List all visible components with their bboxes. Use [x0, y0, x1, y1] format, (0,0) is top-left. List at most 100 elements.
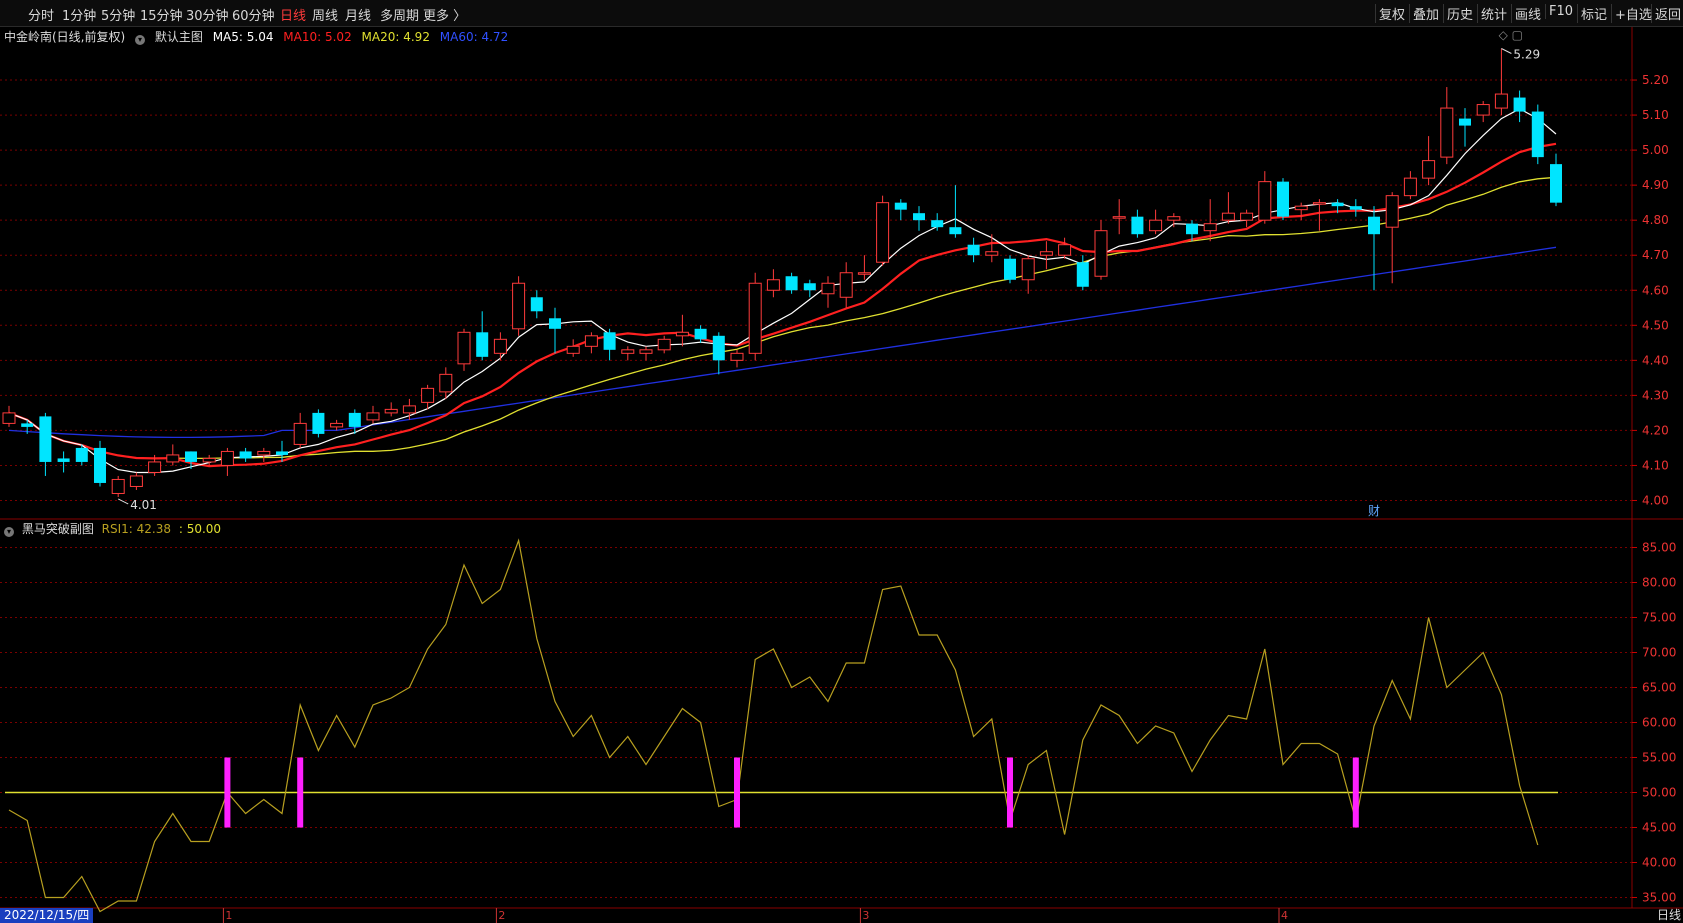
ma60-line [8, 246, 1557, 439]
candle-body-26 [476, 332, 489, 357]
sub-tick-label-0: 85.00 [1642, 541, 1676, 555]
candle-body-83 [1513, 97, 1526, 112]
ma10-line [8, 142, 1557, 468]
candle-body-48 [876, 202, 890, 263]
period-label: 日线 [1656, 908, 1681, 922]
candle-body-71 [1294, 205, 1308, 211]
candle-body-36 [657, 338, 671, 351]
candle-body-51 [931, 220, 944, 228]
candle-body-47 [857, 272, 871, 275]
signal-bar-4 [1352, 757, 1359, 828]
candle-body-60 [1094, 230, 1108, 277]
main-tick-label-5: 4.70 [1642, 248, 1669, 262]
candle-body-80 [1459, 118, 1471, 126]
signal-bar-3 [1007, 757, 1013, 828]
candle-body-69 [1258, 181, 1272, 221]
low-label-arrow [117, 498, 129, 505]
candle-body-76 [1385, 195, 1399, 228]
candle-body-19 [348, 412, 361, 427]
sub-tick-label-10: 35.00 [1642, 891, 1676, 905]
sub-tick-label-7: 50.00 [1642, 786, 1676, 800]
candle-body-31 [566, 345, 580, 354]
main-tick-label-1: 5.10 [1642, 108, 1669, 122]
candle-body-63 [1149, 219, 1163, 232]
candle-body-14 [257, 450, 271, 456]
candle-body-13 [239, 451, 252, 459]
candle-body-28 [512, 282, 526, 330]
signal-bar-2 [734, 757, 740, 828]
candle-body-42 [766, 279, 780, 291]
candle-body-20 [366, 412, 380, 421]
main-tick-label-0: 5.20 [1642, 73, 1669, 87]
cursor-date: 2022/12/15/四 [0, 908, 94, 923]
candle-body-3 [57, 458, 70, 462]
candle-body-85 [1550, 164, 1562, 203]
candle-body-45 [821, 282, 835, 295]
candle-body-79 [1440, 107, 1454, 158]
candle-body-29 [530, 297, 543, 312]
candle-body-49 [894, 202, 907, 210]
candle-body-37 [675, 331, 689, 337]
sub-tick-label-8: 45.00 [1642, 821, 1676, 835]
month-tick-3: 4 [1281, 909, 1288, 922]
candle-body-57 [1039, 251, 1053, 256]
candle-body-81 [1476, 104, 1490, 116]
candle-body-22 [402, 405, 416, 414]
candle-body-67 [1221, 212, 1235, 221]
candle-body-17 [312, 412, 325, 434]
candle-body-35 [639, 349, 653, 354]
candle-body-9 [166, 454, 180, 463]
candle-body-6 [111, 478, 125, 494]
candle-body-12 [220, 450, 234, 466]
month-tick-2: 3 [862, 909, 870, 922]
candle-body-15 [276, 451, 288, 455]
candle-body-34 [621, 349, 635, 354]
candle-body-64 [1167, 216, 1181, 221]
candle-body-7 [129, 475, 143, 487]
candle-body-25 [457, 331, 471, 365]
main-tick-label-9: 4.30 [1642, 388, 1669, 402]
candle-body-65 [1186, 223, 1198, 235]
high-label-arrow [1501, 48, 1512, 54]
candle-body-61 [1112, 216, 1126, 219]
candle-body-27 [493, 338, 507, 354]
candle-body-10 [185, 451, 197, 462]
candle-body-23 [421, 387, 435, 403]
sub-tick-label-6: 55.00 [1642, 751, 1676, 765]
candle-body-54 [985, 251, 999, 256]
candle-body-72 [1312, 202, 1326, 205]
candle-body-82 [1494, 93, 1508, 109]
candle-body-21 [384, 408, 398, 414]
sub-tick-label-3: 70.00 [1642, 646, 1676, 660]
candle-body-2 [39, 416, 52, 462]
stock-chart[interactable]: 5.20 5.10 5.00 4.90 4.80 4.70 4.60 4.50 4.40 4.30… [0, 0, 1683, 923]
candle-body-70 [1277, 181, 1289, 217]
month-tick-1: 2 [498, 909, 506, 922]
candle-body-56 [1021, 258, 1035, 281]
main-tick-label-11: 4.10 [1642, 458, 1669, 472]
signal-bar-1 [297, 757, 304, 828]
candle-body-38 [694, 328, 707, 340]
candle-body-59 [1076, 262, 1089, 287]
candle-body-50 [913, 213, 925, 221]
main-tick-label-12: 4.00 [1642, 493, 1669, 507]
candle-body-55 [1004, 258, 1016, 280]
candle-body-5 [94, 447, 106, 483]
candle-body-77 [1403, 177, 1417, 197]
high-price-label: 5.29 [1513, 48, 1540, 62]
candle-body-11 [202, 457, 216, 463]
candle-body-74 [1349, 206, 1362, 210]
main-tick-label-8: 4.40 [1642, 353, 1669, 367]
candle-body-52 [949, 227, 962, 235]
month-tick-0: 1 [225, 909, 233, 922]
candle-body-68 [1240, 212, 1254, 221]
main-tick-label-3: 4.90 [1642, 178, 1669, 192]
sub-tick-label-5: 60.00 [1642, 716, 1676, 730]
candle-body-16 [293, 422, 307, 445]
sub-tick-label-2: 75.00 [1642, 611, 1676, 625]
candle-body-53 [967, 244, 980, 256]
candle-body-39 [712, 335, 725, 361]
main-tick-label-2: 5.00 [1642, 143, 1669, 157]
candle-body-43 [785, 276, 798, 291]
candle-body-78 [1422, 160, 1436, 179]
